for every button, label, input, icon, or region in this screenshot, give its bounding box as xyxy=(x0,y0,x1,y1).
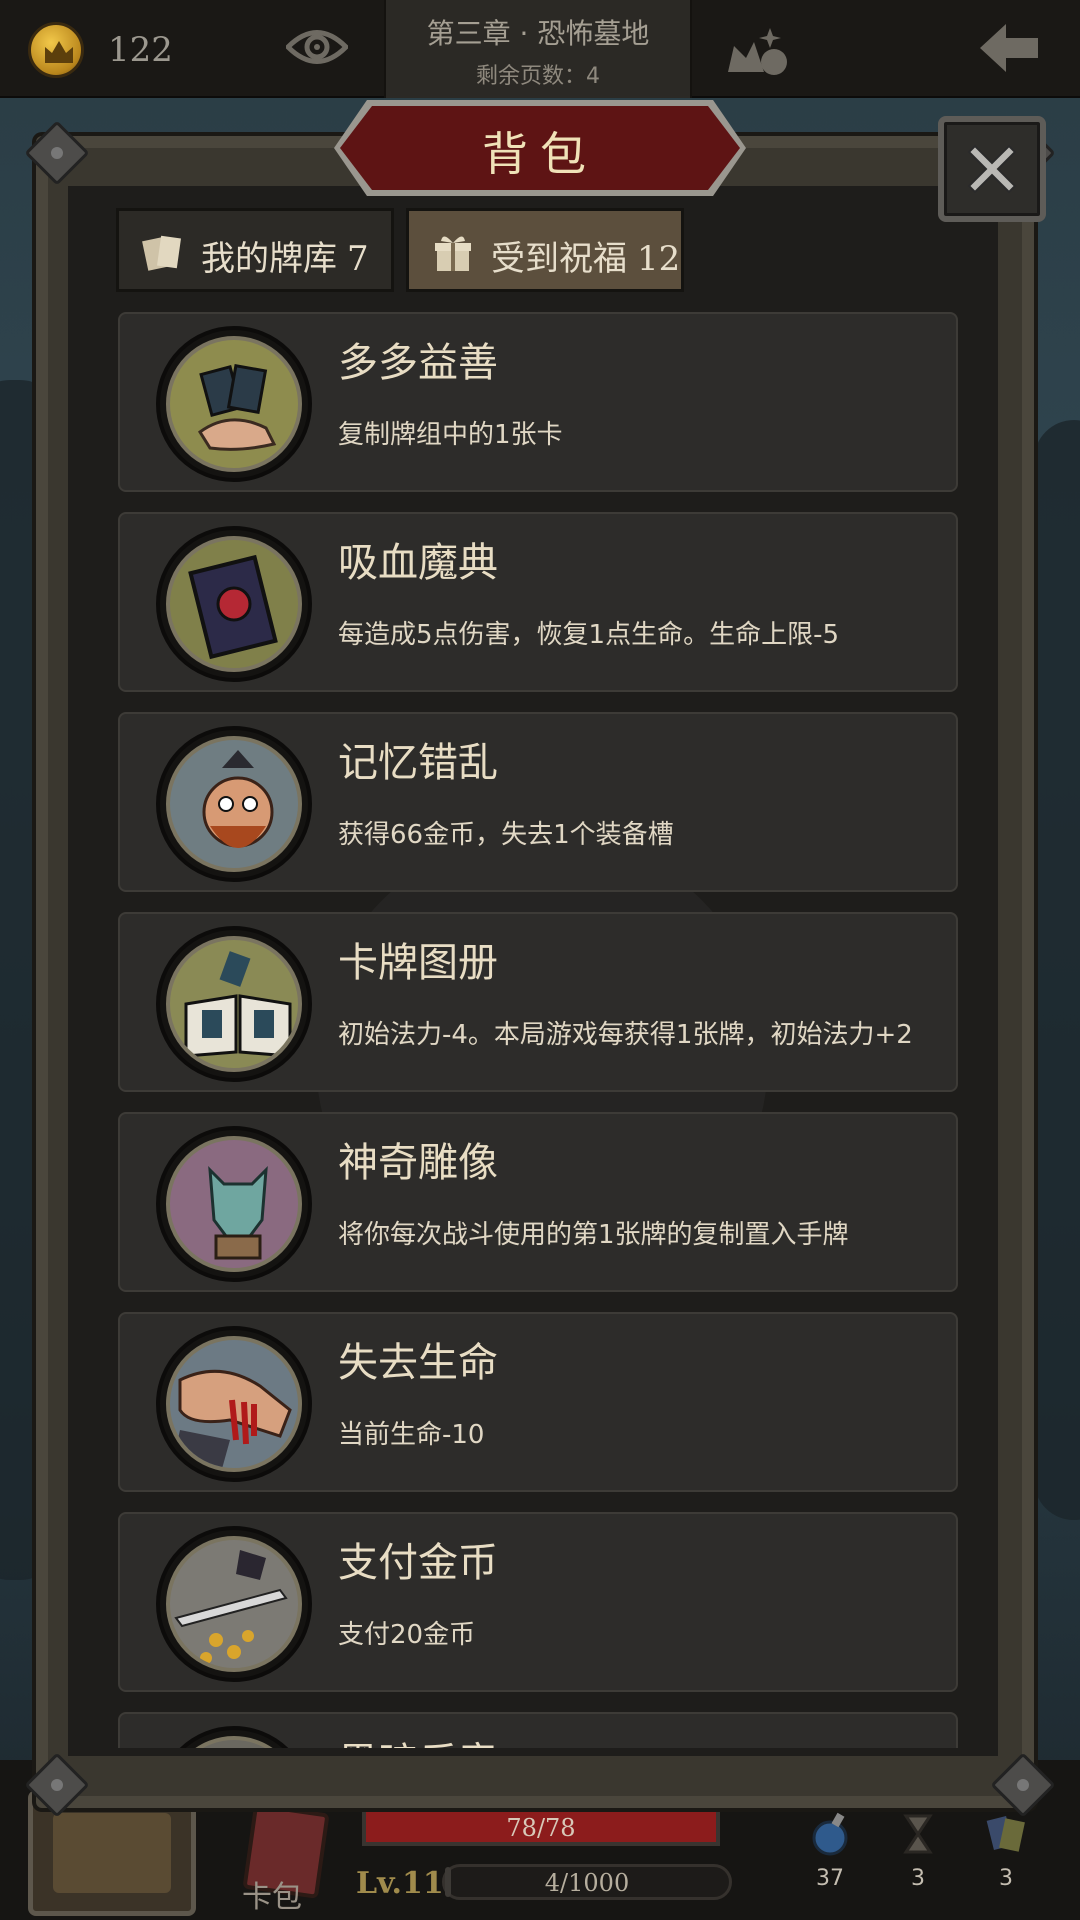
close-icon xyxy=(967,144,1017,194)
blessing-desc: 支付20金币 xyxy=(338,1620,476,1650)
blessing-medal xyxy=(156,726,312,882)
tab-count: 12 xyxy=(637,239,681,279)
potion-count: 37 xyxy=(816,1866,844,1891)
blessing-card[interactable]: 多多益善 复制牌组中的1张卡 xyxy=(118,312,958,492)
health-text: 78/78 xyxy=(506,1814,576,1842)
blessing-desc: 复制牌组中的1张卡 xyxy=(338,420,563,450)
blessing-desc: 获得66金币，失去1个装备槽 xyxy=(338,820,674,850)
blessing-name: 多多益善 xyxy=(338,340,498,386)
blessing-medal xyxy=(156,1726,312,1748)
blessing-medal xyxy=(156,926,312,1082)
background-tree xyxy=(1034,420,1080,1520)
blessing-medal xyxy=(156,1126,312,1282)
player-level: Lv.11 xyxy=(356,1866,444,1901)
health-bar: 78/78 xyxy=(362,1808,720,1846)
blessing-name: 卡牌图册 xyxy=(338,940,498,986)
blessing-name: 失去生命 xyxy=(338,1340,498,1386)
blessing-medal xyxy=(156,1326,312,1482)
back-arrow-icon[interactable] xyxy=(976,20,1042,80)
pages-remaining: 剩余页数：4 xyxy=(476,64,600,89)
chapter-title: 第三章 · 恐怖墓地 xyxy=(426,17,650,50)
hand-cards-icon xyxy=(166,336,302,472)
blessing-desc: 初始法力-4。本局游戏每获得1张牌，初始法力+2 xyxy=(338,1020,913,1050)
blessing-name: 记忆错乱 xyxy=(338,740,498,786)
tab-blessings[interactable]: 受到祝福 12 xyxy=(406,208,684,292)
top-bar: 122 第三章 · 恐怖墓地 剩余页数：4 xyxy=(0,0,1080,98)
blessing-medal xyxy=(156,326,312,482)
tab-my-deck[interactable]: 我的牌库 7 xyxy=(116,208,394,292)
coins-sword-icon xyxy=(166,1536,302,1672)
hourglass-count: 3 xyxy=(911,1866,925,1891)
cards-count: 3 xyxy=(999,1866,1013,1891)
gold-coin-icon xyxy=(28,22,84,78)
blessing-card[interactable]: 黑暗乐章 xyxy=(118,1712,958,1748)
blessing-card[interactable]: 吸血魔典 每造成5点伤害，恢复1点生命。生命上限-5 xyxy=(118,512,958,692)
blessing-medal xyxy=(156,1526,312,1682)
chapter-info: 第三章 · 恐怖墓地 剩余页数：4 xyxy=(384,0,692,98)
blessing-list[interactable]: 多多益善 复制牌组中的1张卡 吸血魔典 每造成5点伤害，恢复1点生命。生命上限-… xyxy=(88,308,992,1748)
panel-title: 背包 xyxy=(482,127,598,181)
bleeding-arm-icon xyxy=(166,1336,302,1472)
blessing-desc: 将你每次战斗使用的第1张牌的复制置入手牌 xyxy=(338,1220,849,1250)
partial-icon xyxy=(166,1736,302,1748)
eye-icon[interactable] xyxy=(284,22,350,76)
pumpkin-sparkle-icon[interactable] xyxy=(724,18,794,82)
deck-label[interactable]: 卡包 xyxy=(242,1872,302,1916)
blessing-medal xyxy=(156,526,312,682)
blessing-card[interactable]: 记忆错乱 获得66金币，失去1个装备槽 xyxy=(118,712,958,892)
close-button[interactable] xyxy=(938,116,1046,222)
coin-count: 122 xyxy=(108,30,173,70)
experience-bar: 4/1000 xyxy=(442,1864,732,1900)
blessing-card[interactable]: 神奇雕像 将你每次战斗使用的第1张牌的复制置入手牌 xyxy=(118,1112,958,1292)
tab-label: 受到祝福 xyxy=(491,239,627,279)
hourglass-icon xyxy=(896,1812,940,1856)
cards-stat[interactable]: 3 xyxy=(976,1812,1036,1891)
blessing-card[interactable]: 卡牌图册 初始法力-4。本局游戏每获得1张牌，初始法力+2 xyxy=(118,912,958,1092)
blessing-name: 黑暗乐章 xyxy=(338,1730,498,1748)
confused-man-icon xyxy=(166,736,302,872)
blessing-desc: 当前生命-10 xyxy=(338,1420,485,1450)
blessing-name: 支付金币 xyxy=(338,1540,498,1586)
hourglass-stat[interactable]: 3 xyxy=(888,1812,948,1891)
gift-icon xyxy=(431,231,475,279)
blessing-card[interactable]: 支付金币 支付20金币 xyxy=(118,1512,958,1692)
experience-text: 4/1000 xyxy=(544,1869,630,1897)
tab-label: 我的牌库 xyxy=(201,239,337,279)
potion-icon xyxy=(808,1812,852,1856)
gargoyle-statue-icon xyxy=(166,1136,302,1272)
blessing-desc: 每造成5点伤害，恢复1点生命。生命上限-5 xyxy=(338,620,840,650)
potion-stat[interactable]: 37 xyxy=(800,1812,860,1891)
blessing-name: 吸血魔典 xyxy=(338,540,498,586)
card-album-icon xyxy=(166,936,302,1072)
tab-count: 7 xyxy=(347,239,369,279)
cards-icon xyxy=(141,231,185,279)
blessing-card[interactable]: 失去生命 当前生命-10 xyxy=(118,1312,958,1492)
card-stack-icon xyxy=(984,1812,1028,1856)
blessing-name: 神奇雕像 xyxy=(338,1140,498,1186)
vampire-book-icon xyxy=(166,536,302,672)
